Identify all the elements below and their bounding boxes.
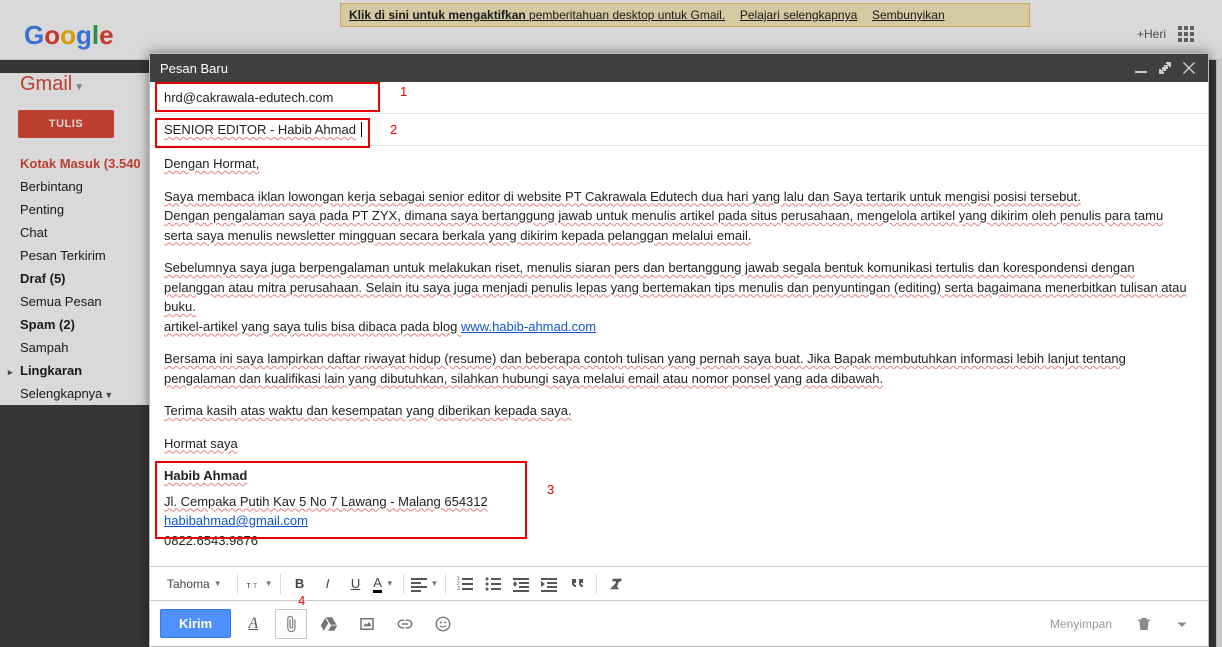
saving-status: Menyimpan [1050,617,1112,631]
gmail-label[interactable]: Gmail▼ [0,73,150,110]
to-field[interactable]: hrd@cakrawala-edutech.com [150,82,1208,114]
align-button[interactable]: ▼ [410,572,440,596]
sidebar-item-4[interactable]: Pesan Terkirim [0,244,150,267]
signature-name: Habib Ahmad [164,468,247,483]
sidebar-item-1[interactable]: Berbintang [0,175,150,198]
send-button[interactable]: Kirim [160,609,231,638]
chevron-down-icon: ▼ [104,390,113,400]
quote-button[interactable] [564,572,590,596]
chevron-right-icon: ▸ [8,367,18,378]
discard-button[interactable] [1128,609,1160,639]
insert-link-button[interactable] [389,609,421,639]
subject-field[interactable]: SENIOR EDITOR - Habib Ahmad [150,114,1208,146]
formatting-toggle-button[interactable]: A [237,609,269,639]
sidebar-item-3[interactable]: Chat [0,221,150,244]
indent-less-button[interactable] [508,572,534,596]
signature-phone: 0822.6543.9876 [164,531,1194,551]
svg-text:3: 3 [457,586,460,592]
top-right-controls: +Heri [1137,26,1194,42]
text-color-button[interactable]: A▼ [371,572,397,596]
sidebar-item-5[interactable]: Draf (5) [0,267,150,290]
insert-emoji-button[interactable] [427,609,459,639]
enable-notifications-link[interactable]: Klik di sini untuk mengaktifkan pemberit… [349,8,725,22]
hide-notification-link[interactable]: Sembunyikan [872,8,945,22]
sidebar: Gmail▼ TULIS Kotak Masuk (3.540Berbintan… [0,73,150,405]
annotation-label-4: 4 [298,593,305,608]
google-logo: Google [24,20,114,51]
bold-button[interactable]: B [287,572,313,596]
sidebar-item-9[interactable]: ▸Lingkaran [0,359,150,382]
underline-button[interactable]: U [343,572,369,596]
annotation-label-3: 3 [547,482,554,497]
notification-bar: Klik di sini untuk mengaktifkan pemberit… [340,3,1030,27]
attach-file-button[interactable] [275,609,307,639]
sidebar-item-0[interactable]: Kotak Masuk (3.540 [0,152,150,175]
user-link[interactable]: +Heri [1137,27,1166,41]
remove-format-button[interactable] [603,572,629,596]
font-size-button[interactable]: тT▼ [244,572,274,596]
annotation-label-1: 1 [400,84,407,99]
more-options-button[interactable] [1166,609,1198,639]
compose-titlebar[interactable]: Pesan Baru [150,54,1208,82]
svg-text:T: T [253,583,257,590]
insert-drive-button[interactable] [313,609,345,639]
sidebar-item-8[interactable]: Sampah [0,336,150,359]
right-edge [1216,60,1222,647]
compose-bottom-bar: Kirim A Menyimpan [150,600,1208,646]
learn-more-link[interactable]: Pelajari selengkapnya [740,8,857,22]
svg-text:т: т [246,580,251,590]
compose-window: Pesan Baru hrd@cakrawala-edutech.com SEN… [149,53,1209,647]
signature-address: Jl. Cempaka Putih Kav 5 No 7 Lawang - Ma… [164,494,488,509]
compose-button[interactable]: TULIS [18,110,114,138]
format-toolbar: Tahoma▼ тT▼ B I U A▼ ▼ 123 [150,566,1208,600]
signature-email[interactable]: habibahmad@gmail.com [164,513,308,528]
email-body[interactable]: Dengan Hormat, Saya membaca iklan lowong… [150,146,1208,566]
apps-icon[interactable] [1178,26,1194,42]
expand-icon[interactable] [1156,59,1174,77]
sidebar-item-2[interactable]: Penting [0,198,150,221]
font-picker[interactable]: Tahoma▼ [158,572,231,596]
sidebar-item-7[interactable]: Spam (2) [0,313,150,336]
annotation-label-2: 2 [390,122,397,137]
blog-link[interactable]: www.habib-ahmad.com [461,319,596,334]
chevron-down-icon: ▼ [74,82,84,93]
numbered-list-button[interactable]: 123 [452,572,478,596]
indent-more-button[interactable] [536,572,562,596]
bullet-list-button[interactable] [480,572,506,596]
compose-title-text: Pesan Baru [160,61,228,76]
insert-photo-button[interactable] [351,609,383,639]
minimize-icon[interactable] [1132,59,1150,77]
italic-button[interactable]: I [315,572,341,596]
sidebar-item-10[interactable]: Selengkapnya▼ [0,382,150,405]
close-icon[interactable] [1180,59,1198,77]
sidebar-item-6[interactable]: Semua Pesan [0,290,150,313]
